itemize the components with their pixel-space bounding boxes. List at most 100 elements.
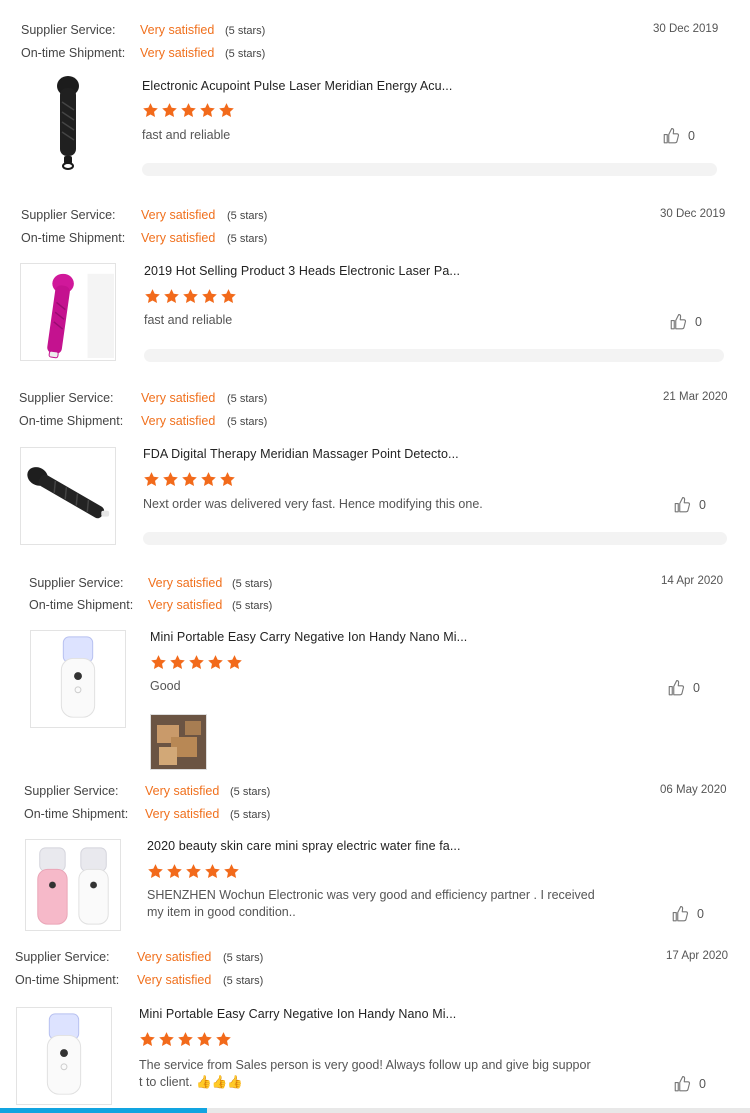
star-icon — [178, 1032, 193, 1046]
star-icon — [182, 472, 197, 486]
supplier-service-stars: (5 stars) — [227, 393, 268, 405]
product-image[interactable] — [30, 630, 126, 728]
like-count: 0 — [699, 1077, 706, 1091]
review-text: Good — [150, 679, 181, 693]
review-text: Next order was delivered very fast. Henc… — [143, 497, 483, 511]
star-icon — [140, 1032, 155, 1046]
star-icon — [163, 472, 178, 486]
supplier-service-value: Very satisfied — [140, 23, 215, 37]
star-icon — [216, 1032, 231, 1046]
divider — [143, 532, 727, 545]
review-date: 21 Mar 2020 — [663, 391, 728, 403]
product-image[interactable] — [25, 839, 121, 931]
product-title-link[interactable]: Mini Portable Easy Carry Negative Ion Ha… — [150, 630, 467, 644]
ontime-shipment-value: Very satisfied — [141, 414, 216, 428]
review-date: 17 Apr 2020 — [666, 950, 729, 962]
star-icon — [143, 103, 158, 117]
review-text: fast and reliable — [144, 313, 233, 327]
star-icon — [201, 472, 216, 486]
star-icon — [205, 864, 220, 878]
ontime-shipment-value: Very satisfied — [141, 231, 216, 245]
like-button[interactable]: 0 — [667, 679, 700, 697]
ontime-shipment-label: On-time Shipment: — [15, 973, 120, 987]
product-title-link[interactable]: 2019 Hot Selling Product 3 Heads Electro… — [144, 264, 460, 278]
like-button[interactable]: 0 — [662, 127, 695, 145]
supplier-service-value: Very satisfied — [141, 391, 216, 405]
supplier-service-stars: (5 stars) — [230, 786, 271, 798]
product-image[interactable] — [20, 72, 116, 170]
star-icon — [202, 289, 217, 303]
ontime-shipment-value: Very satisfied — [137, 973, 212, 987]
supplier-service-label: Supplier Service: — [29, 576, 124, 590]
supplier-service-value: Very satisfied — [148, 576, 223, 590]
supplier-service-stars: (5 stars) — [223, 952, 264, 964]
ontime-shipment-value: Very satisfied — [140, 46, 215, 60]
ontime-shipment-stars: (5 stars) — [232, 600, 273, 612]
review-date: 06 May 2020 — [660, 784, 727, 796]
review-date: 30 Dec 2019 — [653, 23, 719, 35]
like-count: 0 — [695, 315, 702, 329]
like-button[interactable]: 0 — [671, 905, 704, 923]
ontime-shipment-stars: (5 stars) — [227, 233, 268, 245]
star-icon — [170, 655, 185, 669]
black-wand-massager-diagonal-image — [27, 467, 110, 519]
scroll-progress-bar — [0, 1108, 750, 1113]
like-button[interactable]: 0 — [673, 1075, 706, 1093]
star-icon — [208, 655, 223, 669]
ontime-shipment-label: On-time Shipment: — [21, 231, 126, 245]
ontime-shipment-value: Very satisfied — [145, 807, 220, 821]
like-button[interactable]: 0 — [673, 496, 706, 514]
pink-wand-massager-image — [47, 273, 115, 359]
star-rating — [143, 471, 236, 488]
product-title-link[interactable]: Electronic Acupoint Pulse Laser Meridian… — [142, 79, 452, 93]
supplier-service-label: Supplier Service: — [24, 784, 119, 798]
supplier-service-label: Supplier Service: — [21, 23, 116, 37]
star-icon — [162, 103, 177, 117]
star-icon — [167, 864, 182, 878]
ontime-shipment-stars: (5 stars) — [230, 809, 271, 821]
supplier-service-stars: (5 stars) — [227, 210, 268, 222]
product-image[interactable] — [20, 263, 116, 361]
star-icon — [227, 655, 242, 669]
like-button[interactable]: 0 — [669, 313, 702, 331]
product-image[interactable] — [20, 447, 116, 545]
review-text: The service from Sales person is very go… — [139, 1057, 629, 1091]
thumbs-up-icon — [674, 1075, 691, 1092]
review-date: 14 Apr 2020 — [661, 575, 724, 587]
ontime-shipment-label: On-time Shipment: — [29, 598, 134, 612]
star-icon — [183, 289, 198, 303]
review-date: 30 Dec 2019 — [660, 208, 726, 220]
star-icon — [164, 289, 179, 303]
star-icon — [189, 655, 204, 669]
star-icon — [151, 655, 166, 669]
star-icon — [219, 103, 234, 117]
review-text: fast and reliable — [142, 128, 231, 142]
star-rating — [150, 654, 243, 671]
supplier-service-value: Very satisfied — [145, 784, 220, 798]
thumbs-up-icon — [674, 496, 691, 513]
like-count: 0 — [699, 498, 706, 512]
white-nano-mister-image — [46, 1013, 82, 1095]
product-image[interactable] — [16, 1007, 112, 1105]
supplier-service-label: Supplier Service: — [15, 950, 110, 964]
pink-white-mister-pair-image — [37, 847, 109, 925]
supplier-service-stars: (5 stars) — [232, 578, 273, 590]
star-icon — [148, 864, 163, 878]
product-title-link[interactable]: FDA Digital Therapy Meridian Massager Po… — [143, 447, 459, 461]
white-nano-mister-image — [60, 636, 96, 718]
like-count: 0 — [697, 907, 704, 921]
star-icon — [159, 1032, 174, 1046]
review-photo[interactable] — [150, 714, 207, 770]
thumbs-up-icon — [668, 679, 685, 696]
star-icon — [197, 1032, 212, 1046]
ontime-shipment-stars: (5 stars) — [223, 975, 264, 987]
supplier-service-label: Supplier Service: — [21, 208, 116, 222]
product-title-link[interactable]: Mini Portable Easy Carry Negative Ion Ha… — [139, 1007, 456, 1021]
star-rating — [144, 288, 237, 305]
thumbs-up-icon — [670, 313, 687, 330]
thumbs-up-emoji-icon: 👍👍👍 — [195, 1075, 243, 1089]
supplier-service-stars: (5 stars) — [225, 25, 266, 37]
ontime-shipment-label: On-time Shipment: — [21, 46, 126, 60]
product-title-link[interactable]: 2020 beauty skin care mini spray electri… — [147, 839, 461, 853]
divider — [142, 163, 717, 176]
